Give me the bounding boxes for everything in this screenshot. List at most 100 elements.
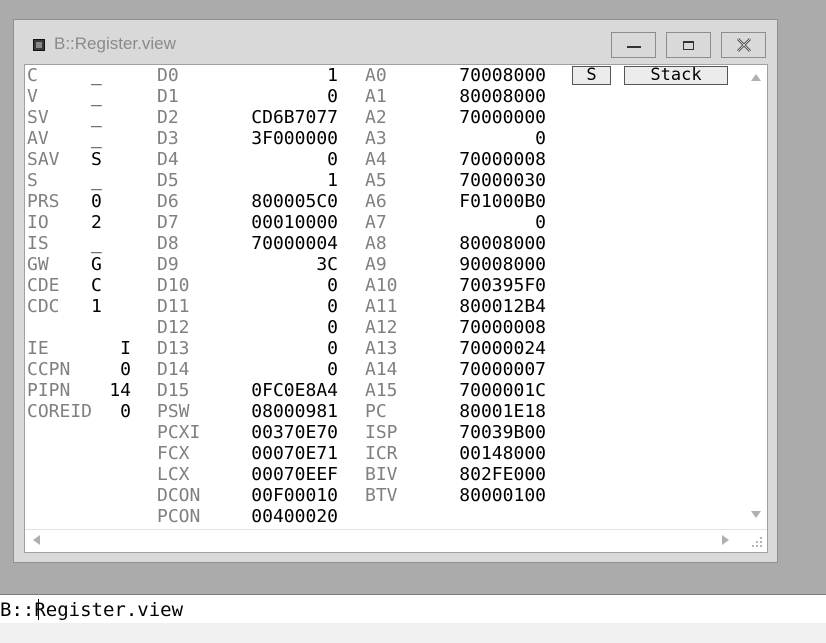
- s-button[interactable]: S: [572, 66, 611, 85]
- register-value: 3C: [316, 254, 338, 275]
- a-register-values-column: 70008000 80008000 70000000 0 70000008 7000003…: [441, 65, 546, 506]
- maximize-icon: [683, 40, 694, 50]
- register-value: 70000008: [459, 317, 546, 338]
- register-value: 0: [327, 275, 338, 296]
- register-name: D3: [157, 128, 179, 149]
- flag-value: _: [91, 86, 102, 107]
- scroll-right-icon[interactable]: [722, 535, 729, 545]
- register-value: 80008000: [459, 86, 546, 107]
- interrupt-names-column: IE CCPN PIPN COREID: [27, 338, 92, 422]
- register-name: D14: [157, 359, 190, 380]
- register-value: 00070E71: [251, 443, 338, 464]
- register-name: D9: [157, 254, 179, 275]
- register-name: D13: [157, 338, 190, 359]
- register-name: A3: [365, 128, 387, 149]
- register-name: ICR: [365, 443, 398, 464]
- register-name: A1: [365, 86, 387, 107]
- register-value: F01000B0: [459, 191, 546, 212]
- register-name: A2: [365, 107, 387, 128]
- register-view-area: C V SV AV SAV S PRS IO IS GW CDE CDC _ _ _ _ S _ 0 2 _ G C 1 I…: [24, 64, 768, 553]
- register-value: 70000024: [459, 338, 546, 359]
- register-value: 800005C0: [251, 191, 338, 212]
- flag-value: _: [91, 107, 102, 128]
- register-name: A0: [365, 65, 387, 86]
- register-value: 00F00010: [251, 485, 338, 506]
- maximize-button[interactable]: [666, 32, 711, 58]
- window-titlebar[interactable]: B::Register.view: [14, 20, 777, 66]
- register-name: D5: [157, 170, 179, 191]
- register-name: PC: [365, 401, 387, 422]
- register-name: D10: [157, 275, 190, 296]
- register-value: 700395F0: [459, 275, 546, 296]
- register-name: BIV: [365, 464, 398, 485]
- flag-name: AV: [27, 128, 49, 149]
- register-name: A13: [365, 338, 398, 359]
- register-name: PCXI: [157, 422, 201, 443]
- register-value: 70000007: [459, 359, 546, 380]
- flag-name: S: [27, 170, 38, 191]
- register-value: 7000001C: [459, 380, 546, 401]
- interrupt-flag-value: 0: [120, 359, 131, 380]
- register-value: 00400020: [251, 506, 338, 527]
- register-value: 0: [327, 338, 338, 359]
- register-value: 0: [535, 212, 546, 233]
- register-name: PCON: [157, 506, 201, 527]
- scroll-up-icon[interactable]: [751, 74, 761, 81]
- register-name: A4: [365, 149, 387, 170]
- register-name: D1: [157, 86, 179, 107]
- register-value: 800012B4: [459, 296, 546, 317]
- interrupt-flag-name: COREID: [27, 401, 93, 422]
- register-value: 70000004: [251, 233, 338, 254]
- register-value: CD6B7077: [251, 107, 338, 128]
- interrupt-flag-value: I: [120, 338, 131, 359]
- register-name: A7: [365, 212, 387, 233]
- command-line-input[interactable]: B::Register.view: [0, 599, 183, 621]
- d-register-values-column: 1 0 CD6B7077 3F000000 0 1 800005C0 00010000 7000…: [233, 65, 338, 527]
- scroll-left-icon[interactable]: [33, 535, 40, 545]
- flag-value: 2: [91, 212, 102, 233]
- flag-value: _: [91, 170, 102, 191]
- register-value: 00370E70: [251, 422, 338, 443]
- close-icon: [736, 38, 751, 52]
- horizontal-scrollbar[interactable]: [25, 529, 767, 552]
- register-name: DCON: [157, 485, 201, 506]
- register-value: 0: [327, 317, 338, 338]
- command-line-area: B::Register.view: [0, 594, 826, 643]
- register-value: 0: [535, 128, 546, 149]
- register-name: D7: [157, 212, 179, 233]
- resize-grip-icon[interactable]: [751, 536, 763, 548]
- register-value: 1: [327, 170, 338, 191]
- status-strip: [0, 623, 826, 643]
- register-value: 0: [327, 359, 338, 380]
- flag-name: SAV: [27, 149, 60, 170]
- register-value: 70000008: [459, 149, 546, 170]
- register-name: D0: [157, 65, 179, 86]
- minimize-icon: [626, 45, 641, 48]
- scroll-down-icon[interactable]: [751, 511, 761, 518]
- register-value: 08000981: [251, 401, 338, 422]
- flag-name: GW: [27, 254, 49, 275]
- register-value: 0: [327, 149, 338, 170]
- register-value: 00070EEF: [251, 464, 338, 485]
- register-value: 00148000: [459, 443, 546, 464]
- register-value: 70008000: [459, 65, 546, 86]
- register-value: 70039B00: [459, 422, 546, 443]
- chip-icon: [33, 39, 45, 51]
- interrupt-flag-value: 0: [120, 401, 131, 422]
- register-name: LCX: [157, 464, 190, 485]
- flag-value: G: [91, 254, 102, 275]
- flag-name: CDC: [27, 296, 60, 317]
- close-button[interactable]: [721, 32, 766, 58]
- register-name: A9: [365, 254, 387, 275]
- interrupt-flag-value: 14: [109, 380, 131, 401]
- register-name: A5: [365, 170, 387, 191]
- flag-value: C: [91, 275, 102, 296]
- register-name: BTV: [365, 485, 398, 506]
- minimize-button[interactable]: [611, 32, 656, 58]
- register-value: 70000030: [459, 170, 546, 191]
- register-name: D2: [157, 107, 179, 128]
- vertical-scrollbar[interactable]: [745, 65, 767, 530]
- d-register-names-column: D0 D1 D2 D3 D4 D5 D6 D7 D8 D9 D10 D11 D12 D13 D14 D15 PS…: [157, 65, 200, 527]
- stack-button[interactable]: Stack: [624, 66, 728, 85]
- flag-name: IO: [27, 212, 49, 233]
